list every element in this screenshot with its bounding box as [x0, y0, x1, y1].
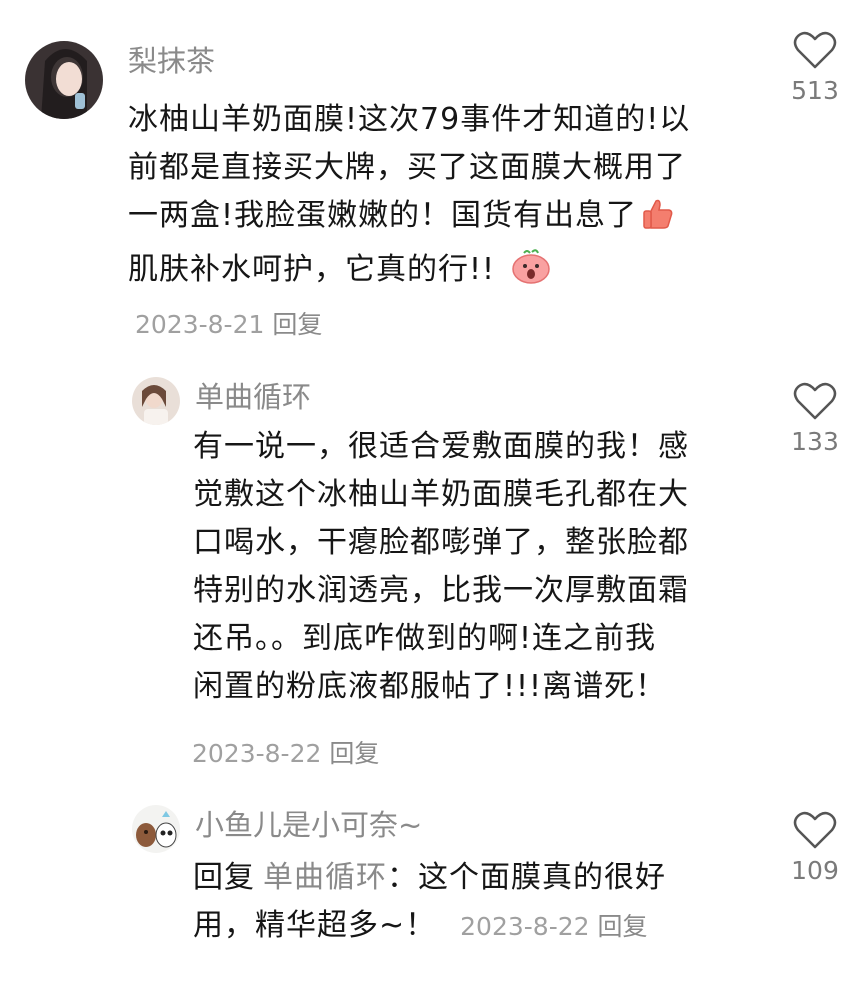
comment-text: 有一说一，很适合爱敷面膜的我！感 觉敷这个冰柚山羊奶面膜毛孔都在大 口喝水，干瘪…: [193, 423, 753, 711]
comment-username[interactable]: 单曲循环: [195, 379, 311, 415]
avatar[interactable]: [25, 41, 103, 119]
avatar[interactable]: [132, 377, 180, 425]
shocked-face-emoji: [510, 247, 552, 300]
comment-date: 2023-8-21: [135, 310, 265, 339]
comment-meta: 2023-8-22 回复: [460, 912, 647, 941]
comment-line: 觉敷这个冰柚山羊奶面膜毛孔都在大: [193, 477, 689, 512]
comment-text: 回复 单曲循环：这个面膜真的很好 用，精华超多~！ 2023-8-22 回复: [193, 854, 753, 950]
like-count: 513: [791, 76, 839, 105]
like-count: 133: [791, 427, 839, 456]
comment-date: 2023-8-22: [460, 912, 590, 941]
reply-button[interactable]: 回复: [597, 912, 647, 941]
comment-line: 特别的水润透亮，比我一次厚敷面霜: [193, 573, 689, 608]
comment-line-text: 一两盒!我脸蛋嫩嫩的！国货有出息了: [128, 198, 638, 233]
comment-line-text: 用，精华超多~！: [193, 908, 437, 943]
comment-line: 口喝水，干瘪脸都嘭弹了，整张脸都: [193, 525, 689, 560]
comment-line: 回复 单曲循环：这个面膜真的很好: [193, 854, 753, 902]
avatar[interactable]: [132, 805, 180, 853]
comment-line-text: 这个面膜真的很好: [418, 860, 666, 895]
like-button[interactable]: 133: [775, 381, 855, 457]
comment-date: 2023-8-22: [192, 739, 322, 768]
comment-line-text: 肌肤补水呵护，它真的行!!: [128, 252, 506, 287]
comment-username[interactable]: 小鱼儿是小可奈~: [195, 807, 422, 843]
reply-separator: ：: [387, 860, 418, 895]
heart-outline-icon: [793, 31, 837, 69]
comment-meta: 2023-8-21 回复: [135, 309, 322, 341]
heart-outline-icon: [793, 811, 837, 849]
heart-outline-icon: [793, 382, 837, 420]
comment-text: 冰柚山羊奶面膜!这次79事件才知道的!以 前都是直接买大牌，买了这面膜大概用了 …: [128, 96, 748, 300]
like-button[interactable]: 513: [775, 30, 855, 106]
comment-line: 闲置的粉底液都服帖了!!!离谱死！: [193, 669, 667, 704]
comment-meta: 2023-8-22 回复: [192, 738, 379, 770]
comment-line: 用，精华超多~！ 2023-8-22 回复: [193, 902, 753, 950]
comment-line: 一两盒!我脸蛋嫩嫩的！国货有出息了: [128, 192, 748, 246]
comment-username[interactable]: 梨抹茶: [128, 43, 215, 79]
like-count: 109: [791, 856, 839, 885]
comment-line: 冰柚山羊奶面膜!这次79事件才知道的!以: [128, 102, 691, 137]
reply-prefix: 回复: [193, 860, 255, 895]
thumbs-up-emoji: [641, 197, 675, 246]
comment-line: 肌肤补水呵护，它真的行!!: [128, 246, 748, 300]
comment-line: 有一说一，很适合爱敷面膜的我！感: [193, 429, 689, 464]
comment-line: 还吊。。到底咋做到的啊!连之前我: [193, 621, 657, 656]
reply-button[interactable]: 回复: [272, 310, 322, 339]
reply-target-username[interactable]: 单曲循环: [263, 860, 387, 895]
reply-button[interactable]: 回复: [329, 739, 379, 768]
like-button[interactable]: 109: [775, 810, 855, 886]
comment-line: 前都是直接买大牌，买了这面膜大概用了: [128, 150, 686, 185]
